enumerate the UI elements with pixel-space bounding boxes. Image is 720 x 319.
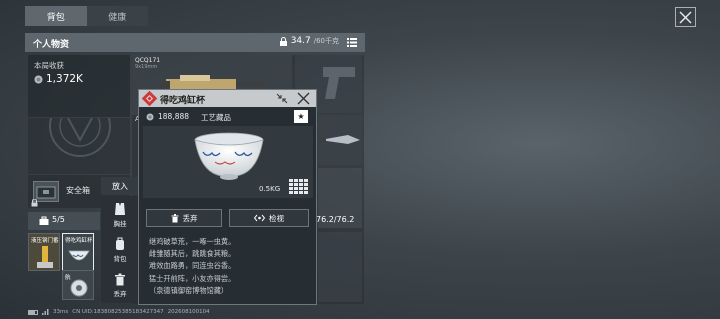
popup-title-bar: 得吃鸡缸杯 xyxy=(139,90,316,107)
star-icon: ★ xyxy=(297,112,305,121)
context-item-label: 胸挂 xyxy=(113,220,127,228)
signal-icon xyxy=(42,309,49,315)
income-value-wrap: 1,372K xyxy=(34,73,83,85)
context-item-discard[interactable]: 丢弃 xyxy=(101,268,139,302)
context-menu-header: 放入 xyxy=(101,177,139,195)
lock-icon xyxy=(279,36,287,46)
weight-max: /60千克 xyxy=(313,37,339,45)
top-tabs: 背包 健康 xyxy=(25,6,148,26)
discard-label: 丢弃 xyxy=(182,213,198,223)
item-category: 工艺藏品 xyxy=(201,113,231,122)
context-item-vest[interactable]: 胸挂 xyxy=(101,198,139,232)
coin-icon xyxy=(34,75,43,83)
build-text: 202608100104 xyxy=(167,309,210,315)
melee-slot[interactable] xyxy=(318,115,362,165)
description-line: 继鸡破草荒，一啄一虫黄。 xyxy=(149,237,236,246)
income-value: 1,372K xyxy=(46,73,83,85)
weight-indicator: 34.7/60千克 xyxy=(279,36,339,46)
safe-box-label: 安全箱 xyxy=(66,186,90,195)
context-menu: 胸挂 背包 丢弃 xyxy=(101,196,139,303)
battery-icon xyxy=(28,309,38,315)
slot-counter: 5/5 xyxy=(28,212,100,230)
description-line: 雌雏随其后，跳跳食其粮。 xyxy=(149,249,236,259)
item-price-value: 188,888 xyxy=(158,112,190,121)
weight-current: 34.7 xyxy=(290,36,311,46)
backpack-slot[interactable] xyxy=(318,232,362,302)
briefcase-icon xyxy=(39,216,49,225)
vest-icon xyxy=(115,203,125,215)
weapon-caliber: 9x19mm xyxy=(135,64,158,70)
item-hydraulic-gate[interactable]: 液压钢门番 xyxy=(28,233,60,271)
inspect-button[interactable]: 检视 xyxy=(229,209,309,227)
description-line: 猛士开前阵，小友亦得尝。 xyxy=(149,273,236,283)
lock-icon xyxy=(31,199,38,207)
emblem-panel xyxy=(28,118,130,174)
description-line: 难效血路勇，同连虫谷香。 xyxy=(149,261,236,271)
context-item-label: 背包 xyxy=(113,255,127,263)
backpack-icon xyxy=(116,237,124,250)
ping-value: 33ms xyxy=(53,309,69,315)
status-bar: 33ms CN UID:18380825385183427347 2026081… xyxy=(28,309,210,315)
ornament-item-icon xyxy=(70,279,88,297)
list-icon[interactable] xyxy=(347,38,357,47)
favorite-button[interactable]: ★ xyxy=(294,110,308,123)
inspect-icon xyxy=(254,214,265,222)
collapse-icon[interactable] xyxy=(276,93,288,104)
grid-size-icon xyxy=(289,179,308,194)
knife-icon xyxy=(318,135,360,144)
item-image-area xyxy=(143,126,313,198)
item-description: 继鸡破草荒，一啄一虫黄。 雌雏随其后，跳跳食其粮。 难效血路勇，同连虫谷香。 猛… xyxy=(149,236,314,297)
item-label: 得吃鸡缸杯 xyxy=(65,238,93,244)
item-chicken-cup[interactable]: 得吃鸡缸杯 xyxy=(62,233,94,271)
item-detail-popup: 得吃鸡缸杯 188,888 工艺藏品 ★ 0.5KG 丢弃 检视 继鸡破草荒，一… xyxy=(138,89,317,305)
inspect-label: 检视 xyxy=(269,213,284,223)
tab-health[interactable]: 健康 xyxy=(87,6,149,26)
item-price: 188,888 xyxy=(146,112,189,121)
trash-icon xyxy=(115,273,125,285)
item-bowl-secondary[interactable]: 航 xyxy=(62,270,94,300)
item-weight: 0.5KG xyxy=(259,185,281,193)
context-item-backpack[interactable]: 背包 xyxy=(101,233,139,267)
tab-backpack[interactable]: 背包 xyxy=(25,6,87,26)
porcelain-cup-icon xyxy=(194,132,264,180)
trophy-item-icon xyxy=(37,246,53,268)
header-title: 个人物资 xyxy=(33,40,70,50)
popup-title: 得吃鸡缸杯 xyxy=(160,96,206,106)
context-item-label: 丢弃 xyxy=(113,289,127,298)
uid-text: CN UID:18380825385183427347 xyxy=(72,309,164,315)
close-icon xyxy=(679,11,692,23)
slot-count: 5/5 xyxy=(52,215,65,224)
income-panel: 本局收获 1,372K xyxy=(28,55,130,117)
armor-durability: 76.2/76.2 xyxy=(316,215,355,224)
inventory-header: 个人物资 34.7/60千克 xyxy=(25,33,365,52)
discard-button[interactable]: 丢弃 xyxy=(146,209,222,227)
weapon-name: QCQ171 xyxy=(135,57,161,64)
pistol-icon xyxy=(323,67,355,99)
faction-emblem-icon xyxy=(49,118,111,157)
close-icon[interactable] xyxy=(297,92,310,105)
close-button[interactable] xyxy=(675,7,696,27)
income-label: 本局收获 xyxy=(34,61,64,70)
context-menu-title: 放入 xyxy=(112,182,128,191)
description-line: （泉德镇御窑博物馆藏） xyxy=(149,285,229,295)
bowl-item-icon xyxy=(68,250,90,261)
trash-icon xyxy=(171,213,178,222)
coin-icon xyxy=(146,113,154,120)
item-label: 液压钢门番 xyxy=(31,238,59,244)
